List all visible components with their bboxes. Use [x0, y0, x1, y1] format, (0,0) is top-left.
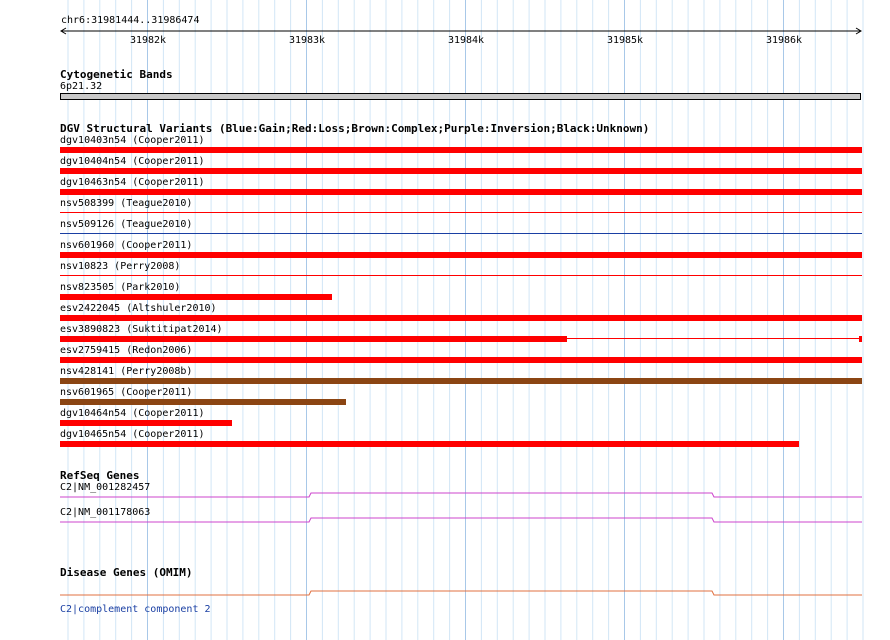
ruler-tick-label: 31983k	[288, 35, 326, 46]
variant-label[interactable]: dgv10403n54 (Cooper2011)	[60, 135, 205, 147]
variant-label[interactable]: nsv428141 (Perry2008b)	[60, 366, 192, 378]
variant-label[interactable]: dgv10465n54 (Cooper2011)	[60, 429, 205, 441]
refseq-track-title[interactable]: RefSeq Genes	[60, 469, 139, 482]
variant-label[interactable]: nsv823505 (Park2010)	[60, 282, 180, 294]
variant-label[interactable]: dgv10463n54 (Cooper2011)	[60, 177, 205, 189]
variant-bar[interactable]	[60, 399, 346, 405]
dgv-track-title[interactable]: DGV Structural Variants (Blue:Gain;Red:L…	[60, 122, 649, 135]
cytoband-track-title[interactable]: Cytogenetic Bands	[60, 68, 173, 81]
variant-label[interactable]: dgv10404n54 (Cooper2011)	[60, 156, 205, 168]
variant-label[interactable]: nsv601965 (Cooper2011)	[60, 387, 192, 399]
variant-block[interactable]	[60, 336, 567, 342]
variant-label[interactable]: nsv10823 (Perry2008)	[60, 261, 180, 273]
gene-model[interactable]	[0, 513, 890, 529]
variant-label[interactable]: esv2422045 (Altshuler2010)	[60, 303, 217, 315]
variant-bar[interactable]	[60, 420, 232, 426]
ruler-axis	[60, 27, 862, 35]
variant-bar[interactable]	[60, 252, 862, 258]
variant-bar[interactable]	[60, 441, 799, 447]
variant-label[interactable]: nsv508399 (Teague2010)	[60, 198, 192, 210]
ruler-tick-label: 31985k	[606, 35, 644, 46]
variant-bar[interactable]	[60, 189, 862, 195]
variant-label[interactable]: dgv10464n54 (Cooper2011)	[60, 408, 205, 420]
gene-model[interactable]	[0, 488, 890, 504]
variant-bar[interactable]	[60, 357, 862, 363]
variant-bar[interactable]	[60, 275, 862, 276]
variant-label[interactable]: nsv509126 (Teague2010)	[60, 219, 192, 231]
variant-bar[interactable]	[60, 147, 862, 153]
variant-bar[interactable]	[60, 233, 862, 234]
variant-block[interactable]	[859, 336, 862, 342]
omim-track-title[interactable]: Disease Genes (OMIM)	[60, 566, 192, 579]
genome-browser: chr6:31981444..31986474 31982k 31983k 31…	[0, 0, 890, 640]
ruler-tick-label: 31982k	[129, 35, 167, 46]
cytoband-label[interactable]: 6p21.32	[60, 81, 102, 93]
variant-bar[interactable]	[60, 315, 862, 321]
cytoband-bar[interactable]	[60, 93, 861, 100]
variant-bar[interactable]	[60, 212, 862, 213]
variant-label[interactable]: nsv601960 (Cooper2011)	[60, 240, 192, 252]
variant-bar[interactable]	[60, 168, 862, 174]
ruler-tick-label: 31984k	[447, 35, 485, 46]
variant-label[interactable]: esv3890823 (Suktitipat2014)	[60, 324, 223, 336]
variant-bar[interactable]	[60, 378, 862, 384]
omim-gene-link[interactable]: C2|complement component 2	[60, 604, 211, 616]
ruler-tick-label: 31986k	[765, 35, 803, 46]
omim-gene-model[interactable]	[0, 586, 890, 602]
variant-intron-line[interactable]	[567, 338, 861, 339]
variant-bar[interactable]	[60, 294, 332, 300]
variant-label[interactable]: esv2759415 (Redon2006)	[60, 345, 192, 357]
